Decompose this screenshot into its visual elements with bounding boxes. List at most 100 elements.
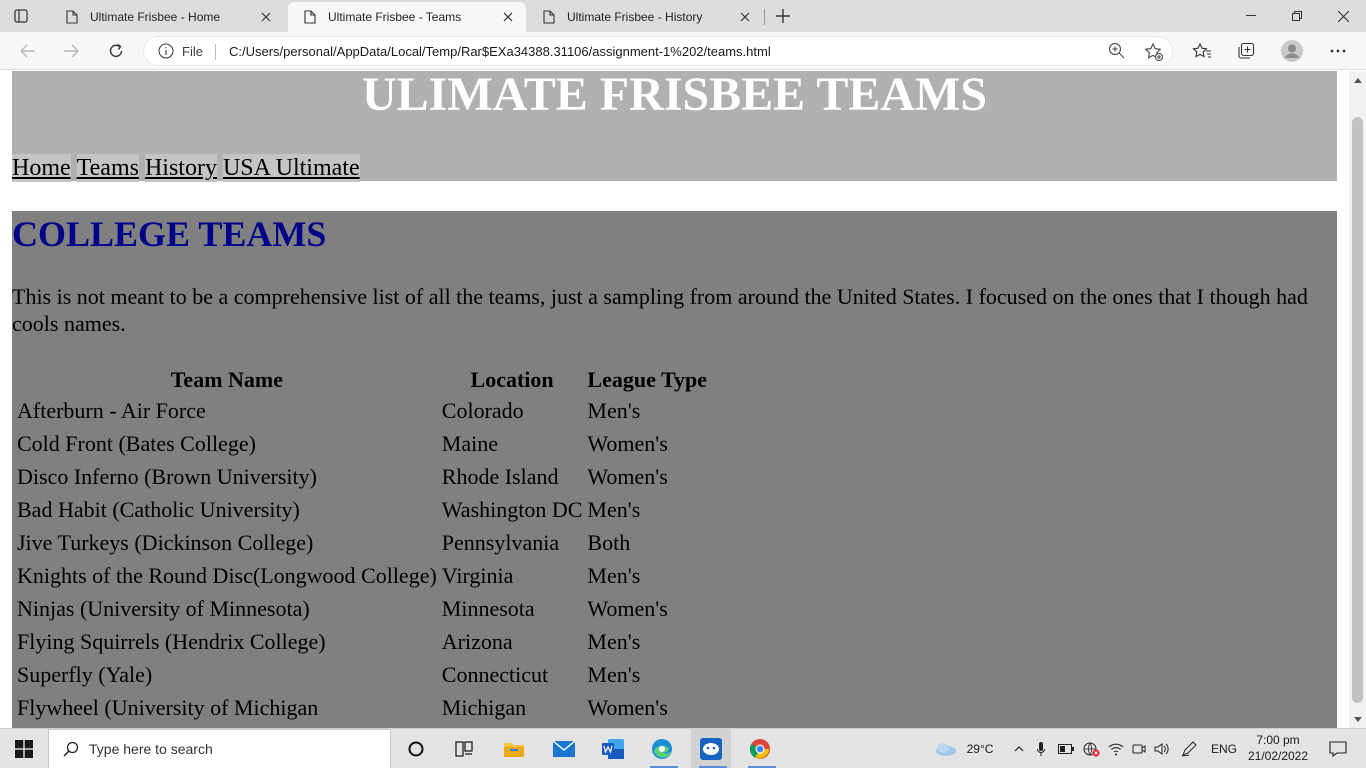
more-menu-icon[interactable] xyxy=(1326,39,1350,63)
close-window-icon[interactable] xyxy=(1320,0,1366,32)
file-explorer-icon[interactable] xyxy=(494,729,534,768)
address-bar[interactable]: File C:/Users/personal/AppData/Local/Tem… xyxy=(143,36,1173,66)
show-hidden-icons-icon[interactable] xyxy=(1010,729,1028,768)
notifications-icon[interactable] xyxy=(1318,729,1358,768)
table-row: Flying Squirrels (Hendrix College) Arizon… xyxy=(16,627,708,657)
nav-link-history[interactable]: History xyxy=(144,154,217,182)
weather-icon[interactable] xyxy=(932,729,960,768)
league-type-cell: Men's xyxy=(587,563,641,588)
tab-teams[interactable]: Ultimate Frisbee - Teams xyxy=(288,2,526,32)
url-text[interactable]: C:/Users/personal/AppData/Local/Temp/Rar… xyxy=(229,44,771,59)
table-row: Afterburn - Air Force Colorado Men's xyxy=(16,396,708,426)
close-tab-icon[interactable] xyxy=(256,7,276,27)
tab-home[interactable]: Ultimate Frisbee - Home xyxy=(50,2,284,32)
microphone-icon[interactable] xyxy=(1032,729,1050,768)
table-row: Ninjas (University of Minnesota) Minnesot… xyxy=(16,594,708,624)
temperature-text: 29°C xyxy=(966,742,994,756)
favorites-icon[interactable] xyxy=(1190,39,1214,63)
clock[interactable]: 7:00 pm 21/02/2022 xyxy=(1244,732,1312,764)
taskbar: Type here to search 29°C ENG 7:00 pm 21/… xyxy=(0,728,1366,768)
task-view-icon[interactable] xyxy=(444,729,484,768)
forward-icon[interactable] xyxy=(59,39,83,63)
weather-temperature[interactable]: 29°C xyxy=(962,729,998,768)
table-row: Flywheel (University of Michigan Michigan… xyxy=(16,693,708,723)
info-icon[interactable] xyxy=(158,43,174,59)
volume-icon[interactable] xyxy=(1152,729,1172,768)
zoom-icon[interactable] xyxy=(1108,42,1126,60)
edge-icon[interactable] xyxy=(642,729,682,768)
taskbar-search[interactable]: Type here to search xyxy=(48,729,391,768)
tab-title: Ultimate Frisbee - History xyxy=(567,10,703,24)
language-text: ENG xyxy=(1210,742,1237,756)
column-header-location: Location xyxy=(470,367,554,392)
close-tab-icon[interactable] xyxy=(735,7,755,27)
location-cell: Pennsylvania xyxy=(441,530,560,555)
close-tab-icon[interactable] xyxy=(498,7,518,27)
language-indicator[interactable]: ENG xyxy=(1206,729,1242,768)
nav-link-usa-ultimate[interactable]: USA Ultimate xyxy=(222,154,360,182)
add-favorite-icon[interactable] xyxy=(1144,42,1164,62)
league-type-cell: Men's xyxy=(587,497,641,522)
clock-time: 7:00 pm xyxy=(1256,733,1300,747)
refresh-icon[interactable] xyxy=(104,39,128,63)
profile-avatar-icon[interactable] xyxy=(1280,39,1304,63)
restore-icon[interactable] xyxy=(1274,0,1320,32)
scroll-down-icon[interactable] xyxy=(1352,714,1363,724)
team-name-cell: Afterburn - Air Force xyxy=(17,398,206,423)
location-cell: Colorado xyxy=(441,398,524,423)
league-type-cell: Women's xyxy=(587,596,668,621)
network-disconnected-icon[interactable] xyxy=(1080,729,1102,768)
table-row: Superfly (Yale) Connecticut Men's xyxy=(16,660,708,690)
back-icon[interactable] xyxy=(16,39,40,63)
page-scrollbar[interactable] xyxy=(1349,71,1366,728)
word-icon[interactable] xyxy=(593,729,633,768)
tab-actions-icon[interactable] xyxy=(10,6,32,26)
nav-link-home[interactable]: Home xyxy=(12,154,71,182)
league-type-cell: Women's xyxy=(587,464,668,489)
scroll-up-icon[interactable] xyxy=(1352,75,1363,85)
column-header-league-type: League Type xyxy=(587,367,708,392)
messenger-icon[interactable] xyxy=(691,729,731,768)
collections-icon[interactable] xyxy=(1234,39,1258,63)
page-icon xyxy=(64,9,80,25)
minimize-icon[interactable] xyxy=(1228,0,1274,32)
league-type-cell: Men's xyxy=(587,398,641,423)
location-cell: Arizona xyxy=(441,629,513,654)
pen-icon[interactable] xyxy=(1178,729,1200,768)
league-type-cell: Men's xyxy=(587,662,641,687)
page-icon xyxy=(541,9,557,25)
chrome-icon[interactable] xyxy=(740,729,780,768)
table-row: Knights of the Round Disc(Longwood Colle… xyxy=(16,561,708,591)
league-type-cell: Women's xyxy=(587,695,668,720)
table-header-row: Team Name Location League Type xyxy=(16,366,708,393)
battery-icon[interactable] xyxy=(1056,729,1076,768)
section-title: COLLEGE TEAMS xyxy=(12,214,327,254)
teams-table: Team Name Location League Type Afterburn… xyxy=(13,363,711,726)
browser-toolbar: File C:/Users/personal/AppData/Local/Tem… xyxy=(0,32,1366,70)
team-name-cell: Knights of the Round Disc(Longwood Colle… xyxy=(17,563,437,588)
team-name-cell: Ninjas (University of Minnesota) xyxy=(17,596,310,621)
tab-history[interactable]: Ultimate Frisbee - History xyxy=(527,2,763,32)
team-name-cell: Cold Front (Bates College) xyxy=(17,431,256,456)
cortana-icon[interactable] xyxy=(396,729,436,768)
site-title: ULIMATE FRISBEE TEAMS xyxy=(361,71,988,121)
table-row: Cold Front (Bates College) Maine Women's xyxy=(16,429,708,459)
team-name-cell: Flywheel (University of Michigan xyxy=(17,695,319,720)
league-type-cell: Both xyxy=(587,530,631,555)
windows-start-icon[interactable] xyxy=(0,729,48,768)
league-type-cell: Men's xyxy=(587,629,641,654)
team-name-cell: Bad Habit (Catholic University) xyxy=(17,497,300,522)
nav-link-teams[interactable]: Teams xyxy=(76,154,139,182)
search-icon xyxy=(61,739,81,759)
mail-icon[interactable] xyxy=(544,729,584,768)
scrollbar-thumb[interactable] xyxy=(1352,117,1363,703)
main-content: COLLEGE TEAMS This is not meant to be a … xyxy=(12,211,1337,728)
league-type-cell: Women's xyxy=(587,431,668,456)
location-cell: Virginia xyxy=(441,563,514,588)
location-cell: Rhode Island xyxy=(441,464,559,489)
new-tab-icon[interactable] xyxy=(771,5,795,27)
search-placeholder: Type here to search xyxy=(89,741,213,757)
wifi-icon[interactable] xyxy=(1106,729,1126,768)
meet-now-icon[interactable] xyxy=(1130,729,1148,768)
tab-divider xyxy=(764,9,765,25)
